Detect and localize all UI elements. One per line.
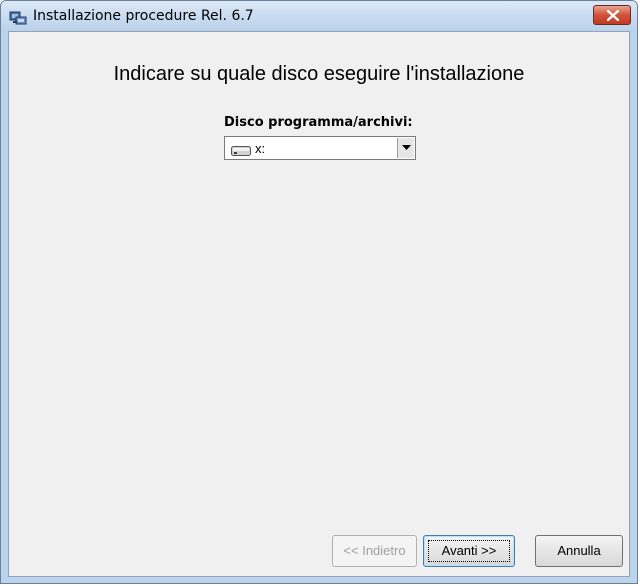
back-button[interactable]: << Indietro: [332, 535, 417, 567]
drive-select[interactable]: x:: [224, 136, 416, 160]
cancel-button[interactable]: Annulla: [535, 535, 623, 567]
window-title: Installazione procedure Rel. 6.7: [33, 8, 254, 24]
drive-label: Disco programma/archivi:: [224, 115, 413, 130]
drive-value: x:: [255, 141, 266, 156]
page-heading: Indicare su quale disco eseguire l'insta…: [113, 63, 525, 85]
chevron-down-icon: [402, 145, 411, 150]
app-icon: [9, 8, 27, 26]
close-icon: [607, 10, 619, 21]
next-button[interactable]: Avanti >>: [423, 535, 515, 567]
close-button[interactable]: [593, 5, 631, 25]
dropdown-button[interactable]: [397, 138, 414, 158]
focus-rectangle: [428, 540, 510, 562]
dialog-content: Indicare su quale disco eseguire l'insta…: [8, 31, 630, 577]
installer-window: Installazione procedure Rel. 6.7 Indicar…: [0, 0, 638, 584]
title-bar[interactable]: Installazione procedure Rel. 6.7: [1, 1, 637, 31]
drive-icon: [231, 143, 251, 161]
